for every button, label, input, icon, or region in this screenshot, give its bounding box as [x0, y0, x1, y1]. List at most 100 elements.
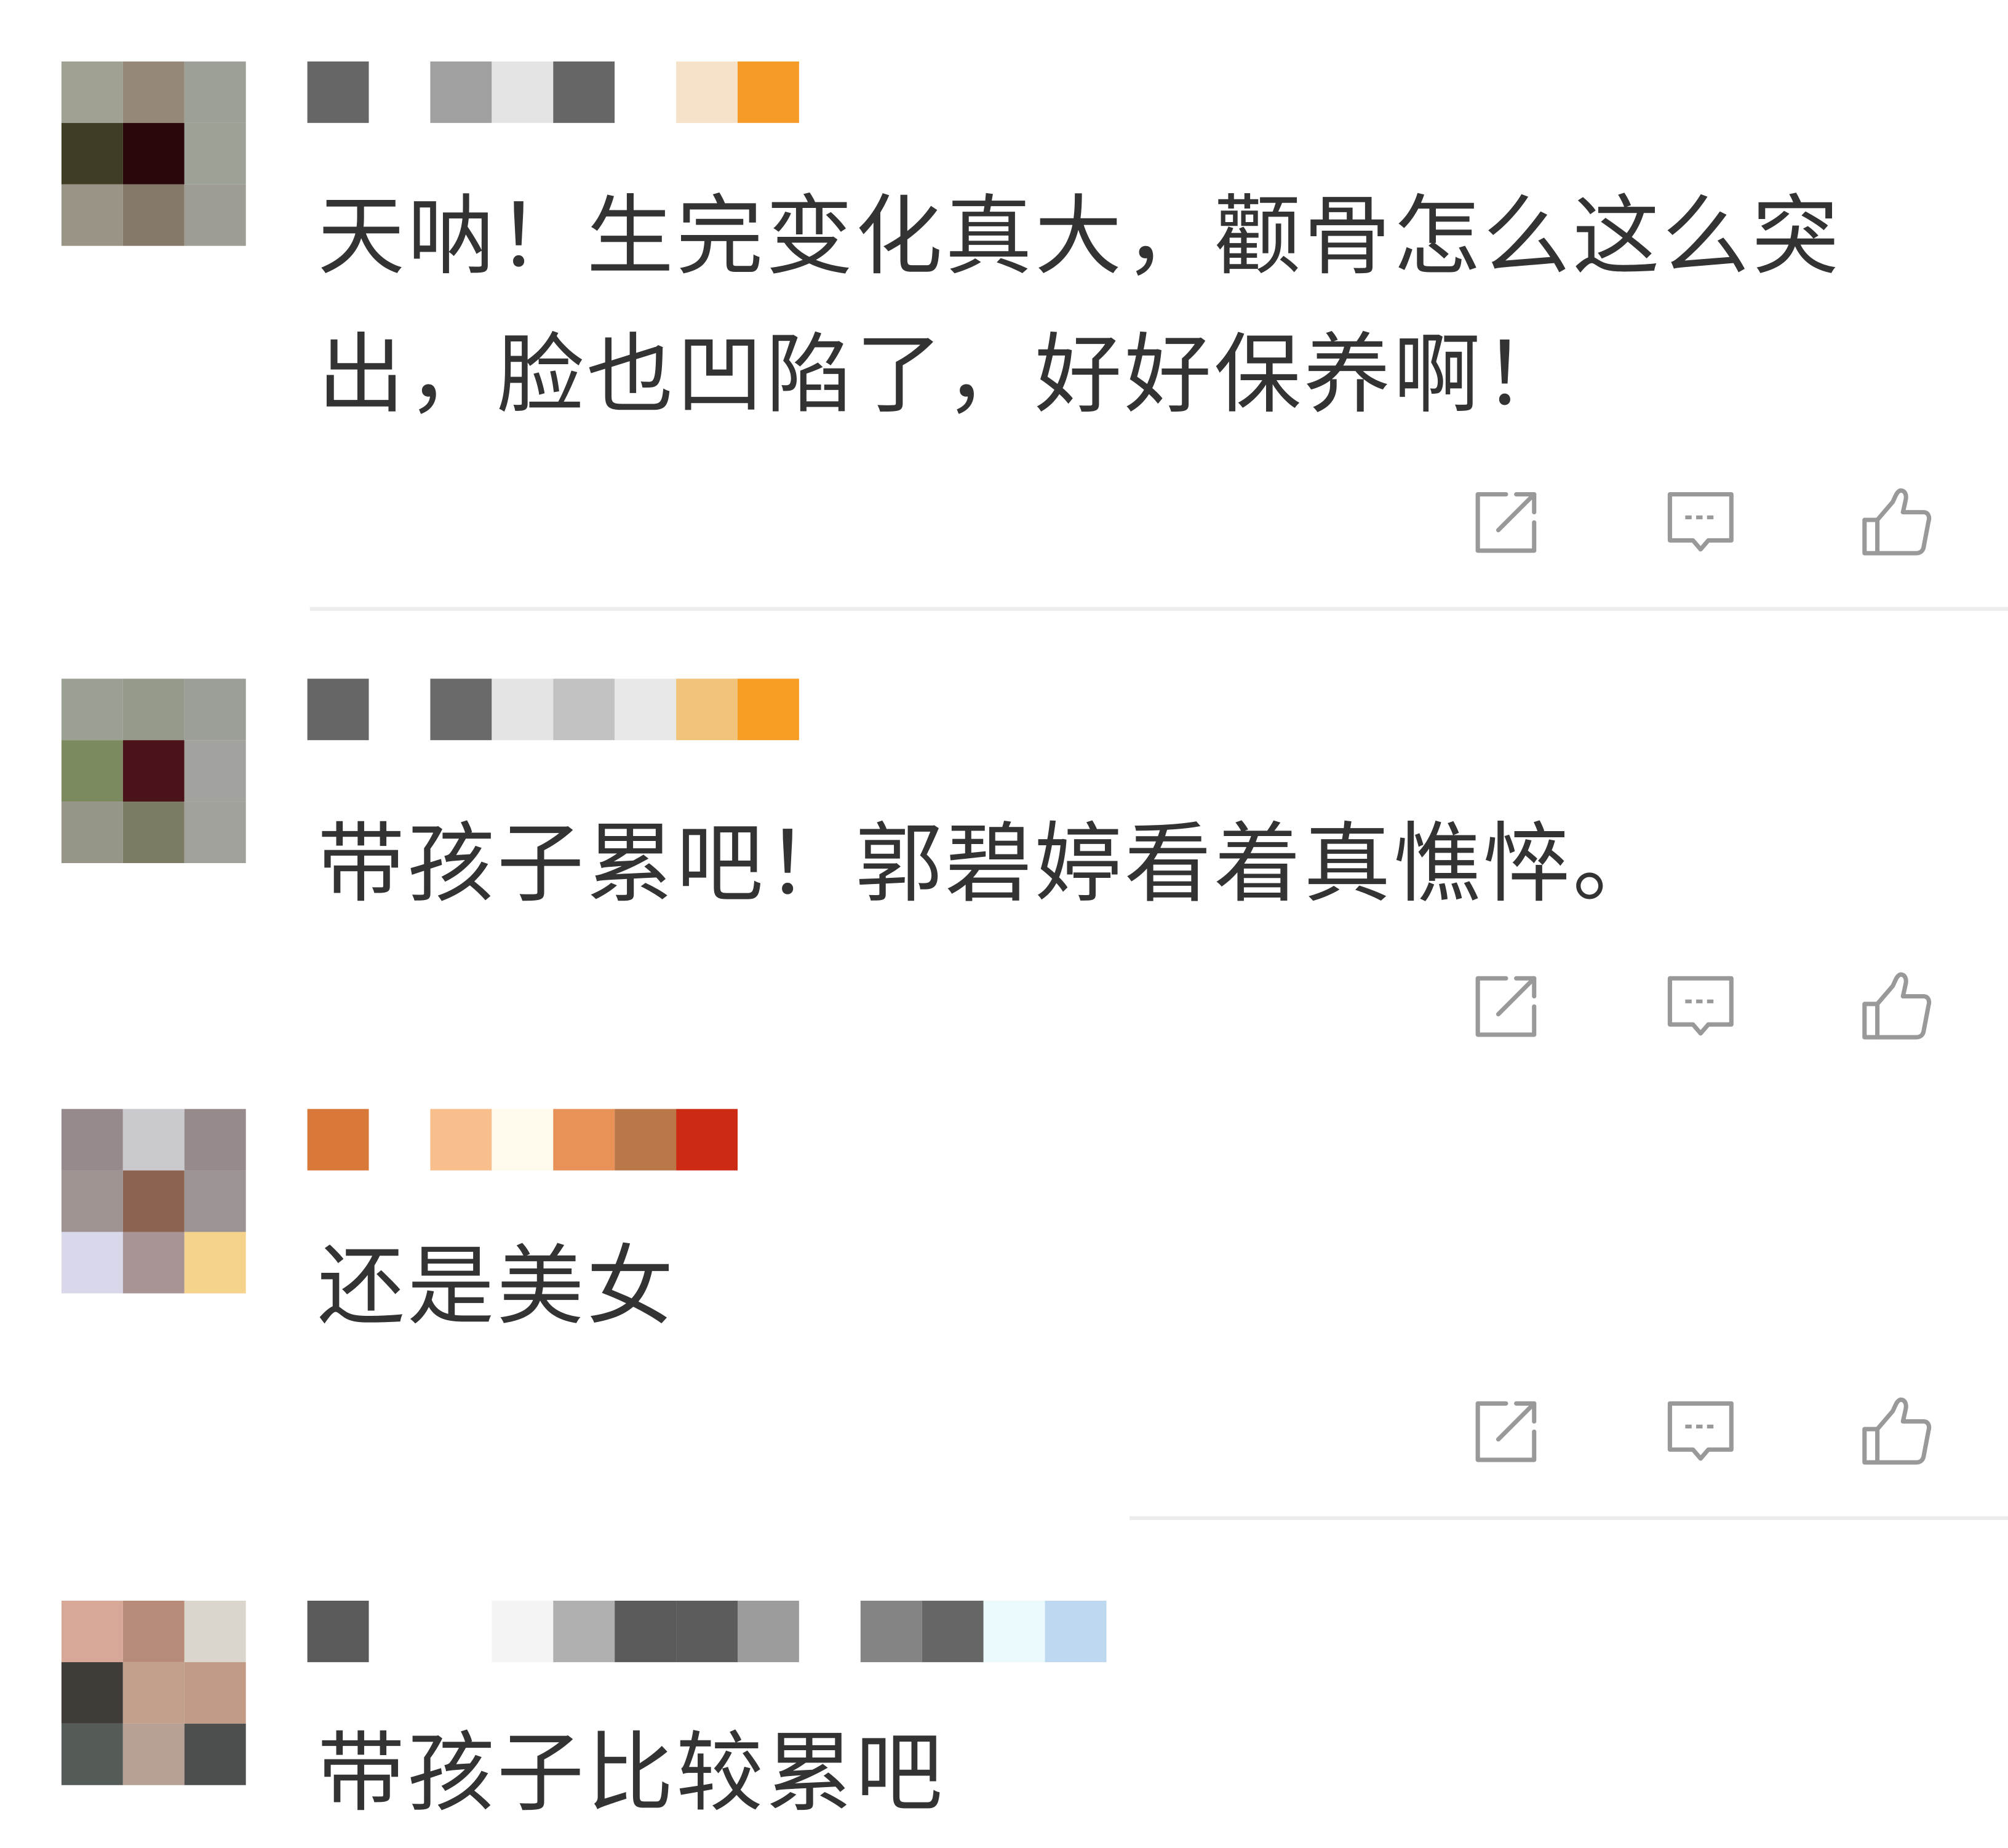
username-mosaic-cell [553, 61, 615, 123]
divider [1129, 1516, 2008, 1520]
avatar-mosaic-cell [184, 1601, 246, 1662]
username-mosaic-cell [492, 1601, 554, 1662]
avatar-mosaic-cell [61, 679, 123, 741]
comment-icon[interactable] [1662, 484, 1739, 561]
username-mosaic-cell [369, 1109, 431, 1171]
username-mosaic-cell [307, 679, 369, 741]
share-icon[interactable] [1468, 968, 1545, 1045]
username-mosaic-cell [738, 679, 799, 741]
avatar-mosaic-cell [184, 122, 246, 185]
avatar-mosaic-cell [184, 740, 246, 802]
username-mosaic-cell [307, 1109, 369, 1171]
avatar-mosaic-cell [122, 122, 185, 185]
username-mosaic-cell [1045, 1601, 1107, 1662]
comment-text: 带孩子比较累吧 [317, 1723, 946, 1825]
avatar-mosaic-cell [184, 802, 246, 863]
comment-icon[interactable] [1662, 968, 1739, 1045]
username-pixelated[interactable] [307, 1109, 738, 1171]
username-mosaic-cell [615, 61, 677, 123]
username-mosaic-cell [738, 61, 799, 123]
avatar[interactable] [61, 1601, 246, 1785]
comment-actions [1468, 1393, 1942, 1470]
comment-actions [1468, 484, 1942, 561]
avatar-mosaic-cell [61, 122, 123, 185]
avatar-mosaic-cell [184, 1170, 246, 1232]
avatar-mosaic-cell [122, 1601, 185, 1662]
divider [309, 607, 2008, 611]
username-mosaic-cell [430, 679, 492, 741]
comment-text: 带孩子累吧！郭碧婷看着真憔悴。 [317, 814, 1662, 916]
username-mosaic-cell [676, 1601, 738, 1662]
avatar-mosaic-cell [61, 1723, 123, 1785]
avatar-mosaic-cell [184, 61, 246, 123]
avatar-mosaic-cell [122, 1662, 185, 1724]
avatar[interactable] [61, 61, 246, 246]
comment-text: 天呐！生完变化真大，颧骨怎么这么突出，脸也凹陷了，好好保养啊！ [317, 186, 1842, 427]
avatar-mosaic-cell [61, 1601, 123, 1662]
username-mosaic-cell [553, 1601, 615, 1662]
username-mosaic-cell [983, 1601, 1045, 1662]
username-pixelated[interactable] [307, 61, 799, 123]
username-mosaic-cell [615, 1109, 677, 1171]
avatar-mosaic-cell [184, 184, 246, 246]
avatar-mosaic-cell [184, 1232, 246, 1294]
username-pixelated[interactable] [307, 679, 799, 741]
username-mosaic-cell [369, 1601, 431, 1662]
avatar-mosaic-cell [122, 1109, 185, 1171]
username-mosaic-cell [799, 1601, 861, 1662]
username-mosaic-cell [369, 679, 431, 741]
username-mosaic-cell [676, 61, 738, 123]
comment-item: 带孩子累吧！郭碧婷看着真憔悴。 [0, 679, 2008, 1062]
username-mosaic-cell [492, 679, 554, 741]
username-mosaic-cell [307, 61, 369, 123]
avatar-mosaic-cell [61, 184, 123, 246]
username-mosaic-cell [307, 1601, 369, 1662]
comment-actions [1468, 968, 1942, 1045]
comment-item: 还是美女 [0, 1109, 2008, 1519]
avatar-mosaic-cell [61, 1170, 123, 1232]
username-mosaic-cell [430, 1601, 492, 1662]
avatar-mosaic-cell [122, 740, 185, 802]
avatar-mosaic-cell [184, 1723, 246, 1785]
comment-list: 天呐！生完变化真大，颧骨怎么这么突出，脸也凹陷了，好好保养啊！ 带孩子累吧！郭碧… [0, 0, 2008, 1848]
avatar-mosaic-cell [61, 1232, 123, 1294]
avatar-mosaic-cell [122, 679, 185, 741]
share-icon[interactable] [1468, 1393, 1545, 1470]
comment-item: 天呐！生完变化真大，颧骨怎么这么突出，脸也凹陷了，好好保养啊！ [0, 61, 2008, 612]
thumbs-up-icon[interactable] [1857, 484, 1934, 561]
username-mosaic-cell [615, 679, 677, 741]
username-mosaic-cell [430, 61, 492, 123]
username-mosaic-cell [492, 61, 554, 123]
username-mosaic-cell [676, 679, 738, 741]
avatar-mosaic-cell [184, 1662, 246, 1724]
avatar-mosaic-cell [61, 802, 123, 863]
share-icon[interactable] [1468, 484, 1545, 561]
avatar-mosaic-cell [184, 679, 246, 741]
comment-text: 还是美女 [317, 1237, 677, 1339]
username-mosaic-cell [676, 1109, 738, 1171]
avatar[interactable] [61, 679, 246, 863]
thumbs-up-icon[interactable] [1857, 968, 1934, 1045]
thumbs-up-icon[interactable] [1857, 1393, 1934, 1470]
username-pixelated[interactable] [307, 1601, 1107, 1662]
username-mosaic-cell [860, 1601, 922, 1662]
avatar-mosaic-cell [61, 740, 123, 802]
avatar-mosaic-cell [61, 1109, 123, 1171]
username-mosaic-cell [922, 1601, 984, 1662]
avatar-mosaic-cell [122, 1170, 185, 1232]
username-mosaic-cell [738, 1601, 799, 1662]
avatar-mosaic-cell [122, 184, 185, 246]
avatar-mosaic-cell [122, 61, 185, 123]
username-mosaic-cell [615, 1601, 677, 1662]
avatar-mosaic-cell [122, 802, 185, 863]
avatar-mosaic-cell [61, 61, 123, 123]
username-mosaic-cell [369, 61, 431, 123]
username-mosaic-cell [492, 1109, 554, 1171]
avatar[interactable] [61, 1109, 246, 1294]
username-mosaic-cell [430, 1109, 492, 1171]
avatar-mosaic-cell [61, 1662, 123, 1724]
avatar-mosaic-cell [122, 1723, 185, 1785]
comment-icon[interactable] [1662, 1393, 1739, 1470]
avatar-mosaic-cell [184, 1109, 246, 1171]
username-mosaic-cell [553, 1109, 615, 1171]
